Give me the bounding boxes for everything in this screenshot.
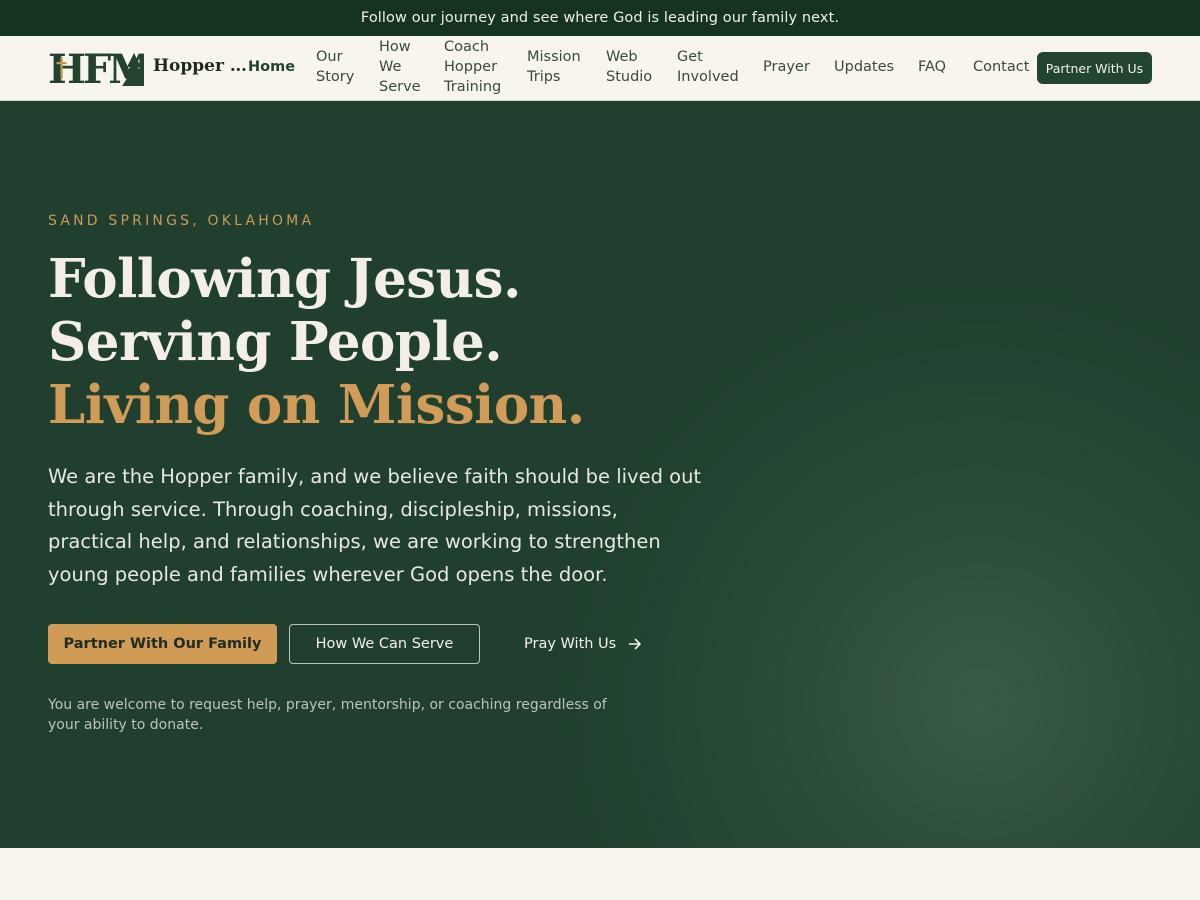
nav-item-our-story[interactable]: Our Story	[316, 47, 354, 87]
nav-item-faq[interactable]: FAQ	[918, 57, 946, 77]
headline-line-3: Living on Mission.	[48, 374, 585, 436]
nav-item-web-studio[interactable]: Web Studio	[606, 47, 652, 87]
how-we-can-serve-button[interactable]: How We Can Serve	[289, 624, 480, 664]
partner-with-us-button[interactable]: Partner With Us	[1037, 52, 1152, 84]
hero-description: We are the Hopper family, and we believe…	[48, 465, 702, 586]
hero-location: SAND SPRINGS, OKLAHOMA	[48, 213, 315, 229]
headline-line-2: Serving People.	[48, 311, 503, 373]
headline-line-1: Following Jesus.	[48, 248, 521, 310]
nav-item-mission-trips[interactable]: Mission Trips	[527, 47, 581, 87]
nav-item-contact[interactable]: Contact	[973, 57, 1029, 77]
announcement-bar: Follow our journey and see where God is …	[0, 0, 1200, 36]
brand-logo[interactable]: HFM	[48, 46, 154, 93]
nav-item-prayer[interactable]: Prayer	[763, 57, 810, 77]
pray-with-us-link[interactable]: Pray With Us	[524, 624, 642, 664]
hero-section: SAND SPRINGS, OKLAHOMA Following Jesus. …	[0, 101, 1200, 848]
nav-item-home[interactable]: Home	[248, 57, 295, 77]
announcement-text: Follow our journey and see where God is …	[360, 10, 840, 26]
site-header: HFM Hopper … Home Our Story How We Serve Co…	[0, 36, 1200, 101]
nav-item-how-we-serve[interactable]: How We Serve	[379, 37, 421, 97]
arrow-right-icon	[628, 637, 642, 651]
hero-headline: Following Jesus. Serving People. Living …	[48, 248, 585, 437]
hfm-logo-icon: HFM	[48, 46, 154, 93]
nav-item-updates[interactable]: Updates	[834, 57, 894, 77]
brand-name[interactable]: Hopper …	[153, 56, 247, 76]
hero-fine-print: You are welcome to request help, prayer,…	[48, 697, 607, 733]
pray-with-us-label: Pray With Us	[524, 636, 617, 652]
nav-item-coach-hopper-training[interactable]: Coach Hopper Training	[444, 37, 501, 97]
nav-item-get-involved[interactable]: Get Involved	[677, 47, 739, 87]
partner-with-our-family-button[interactable]: Partner With Our Family	[48, 624, 277, 664]
